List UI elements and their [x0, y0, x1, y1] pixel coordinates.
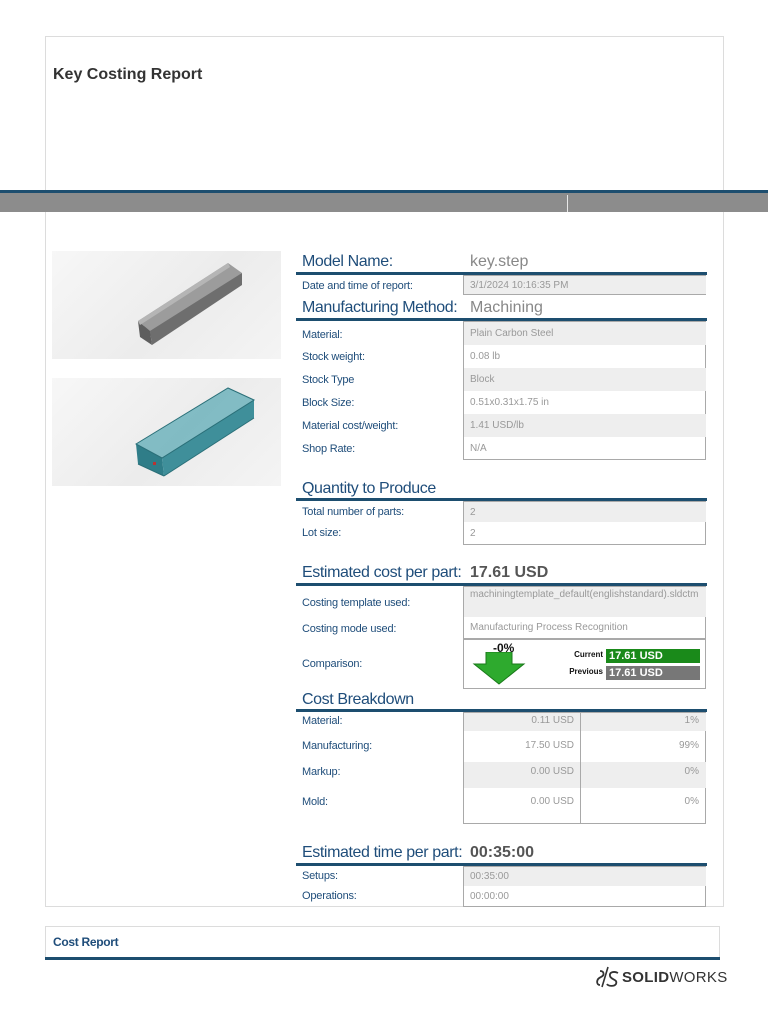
- detail-value: 0.08 lb: [470, 351, 501, 362]
- detail-value: 1.41 USD/lb: [464, 414, 706, 437]
- previous-label: Previous: [569, 667, 603, 676]
- breakdown-heading: Cost Breakdown: [302, 691, 414, 708]
- breakdown-amount: 0.00 USD: [530, 766, 574, 777]
- model-name-value: key.step: [470, 253, 529, 270]
- breakdown-percent: 0%: [684, 766, 699, 777]
- breakdown-percent: 99%: [678, 740, 699, 751]
- detail-value: 0.51x0.31x1.75 in: [470, 397, 549, 408]
- current-label: Current: [574, 650, 603, 659]
- detail-label: Block Size:: [302, 397, 355, 409]
- footer-title: Cost Report: [53, 935, 119, 949]
- quantity-value: 2: [464, 502, 706, 522]
- logo-suffix: WORKS: [669, 968, 728, 986]
- detail-value: Block: [464, 368, 706, 391]
- model-name-label: Model Name:: [302, 253, 393, 270]
- breakdown-label: Mold:: [302, 796, 328, 808]
- cost-per-part-value: 17.61 USD: [470, 564, 549, 581]
- time-label: Setups:: [302, 870, 338, 882]
- detail-label: Material cost/weight:: [302, 420, 399, 432]
- stock-image: [52, 378, 281, 486]
- ds-logo-icon: [596, 966, 619, 988]
- cost-per-part-label: Estimated cost per part:: [302, 564, 462, 581]
- breakdown-percent: 0%: [684, 796, 699, 807]
- report-date-label: Date and time of report:: [302, 280, 413, 292]
- detail-value: Plain Carbon Steel: [464, 322, 706, 345]
- detail-label: Stock weight:: [302, 351, 365, 363]
- template-label: Costing template used:: [302, 597, 411, 609]
- method-value: Machining: [470, 299, 543, 316]
- footer-box: [45, 926, 720, 958]
- current-value: 17.61 USD: [606, 649, 700, 663]
- breakdown-label: Material:: [302, 715, 343, 727]
- quantity-heading: Quantity to Produce: [302, 480, 436, 497]
- time-per-part-label: Estimated time per part:: [302, 844, 463, 861]
- detail-label: Material:: [302, 329, 343, 341]
- header-band: [0, 193, 768, 212]
- breakdown-amount: 0.00 USD: [530, 796, 574, 807]
- time-per-part-value: 00:35:00: [470, 844, 535, 861]
- breakdown-label: Manufacturing:: [302, 740, 372, 752]
- breakdown-amount: 0.11 USD: [531, 715, 574, 726]
- time-value: 00:35:00: [464, 867, 706, 886]
- page-title: Key Costing Report: [53, 66, 203, 83]
- quantity-value: 2: [470, 527, 476, 539]
- mode-label: Costing mode used:: [302, 623, 397, 635]
- breakdown-label: Markup:: [302, 766, 341, 778]
- previous-value: 17.61 USD: [606, 666, 700, 680]
- model-image: [52, 251, 281, 359]
- report-date-value: 3/1/2024 10:16:35 PM: [464, 276, 706, 294]
- detail-value: N/A: [470, 442, 487, 454]
- template-value: machiningtemplate_default(englishstandar…: [464, 587, 706, 617]
- breakdown-percent: 1%: [684, 715, 699, 726]
- mode-value: Manufacturing Process Recognition: [470, 622, 628, 633]
- time-value: 00:00:00: [470, 890, 509, 902]
- logo-prefix: SOLID: [622, 968, 670, 986]
- breakdown-amount: 17.50 USD: [525, 740, 574, 751]
- quantity-label: Lot size:: [302, 527, 342, 539]
- down-arrow-icon: [472, 652, 526, 685]
- detail-label: Shop Rate:: [302, 443, 356, 455]
- time-label: Operations:: [302, 890, 357, 902]
- detail-label: Stock Type: [302, 374, 355, 386]
- comparison-label: Comparison:: [302, 658, 363, 670]
- footer-divider: [45, 957, 720, 960]
- quantity-label: Total number of parts:: [302, 506, 404, 518]
- method-label: Manufacturing Method:: [302, 299, 458, 316]
- solidworks-logo: SOLIDWORKS: [594, 964, 728, 990]
- comparison-percent: -0%: [493, 641, 515, 655]
